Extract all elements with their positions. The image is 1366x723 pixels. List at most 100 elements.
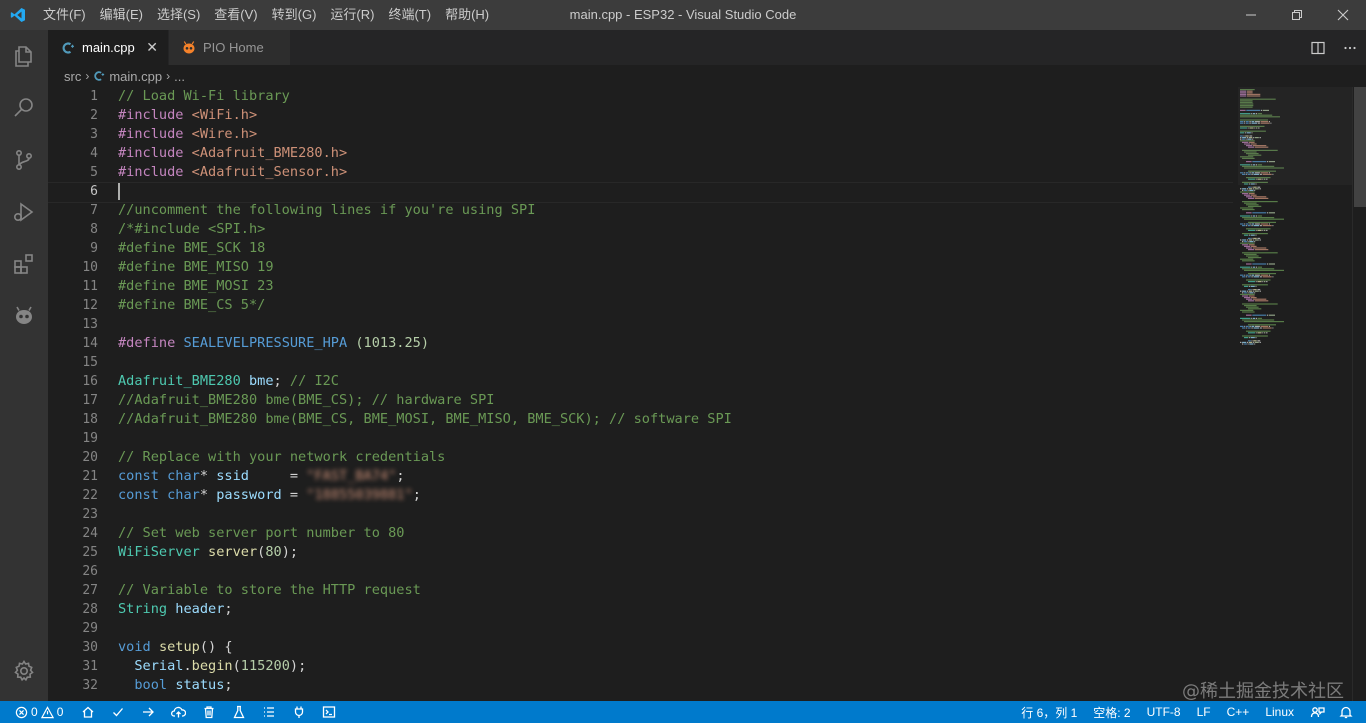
- minimap-line: [1248, 285, 1250, 287]
- code-line[interactable]: [118, 505, 1228, 524]
- code-line[interactable]: #define SEALEVELPRESSURE_HPA (1013.25): [118, 334, 1228, 353]
- code-line[interactable]: //Adafruit_BME280 bme(BME_CS); // hardwa…: [118, 391, 1228, 410]
- close-tab-icon[interactable]: ✕: [146, 39, 158, 56]
- code-line[interactable]: #define BME_MISO 19: [118, 258, 1228, 277]
- code-line[interactable]: // Load Wi-Fi library: [118, 87, 1228, 106]
- minimap-line: [1247, 225, 1251, 227]
- bell-icon[interactable]: [1334, 701, 1358, 723]
- code-line[interactable]: #include <Wire.h>: [118, 125, 1228, 144]
- tab-main-cpp[interactable]: main.cpp ✕: [48, 30, 168, 65]
- minimize-button[interactable]: [1228, 0, 1274, 30]
- plug-icon[interactable]: [287, 701, 311, 723]
- minimap-line: [1248, 234, 1250, 236]
- indentation[interactable]: 空格: 2: [1088, 701, 1135, 723]
- split-editor-button[interactable]: [1302, 30, 1334, 65]
- code-line[interactable]: Adafruit_BME280 bme; // I2C: [118, 372, 1228, 391]
- code-token: ;: [412, 487, 421, 503]
- code-line[interactable]: [118, 562, 1228, 581]
- code-line[interactable]: const char* password = "18855039881";: [118, 486, 1228, 505]
- explorer-icon[interactable]: [0, 30, 48, 82]
- code-line[interactable]: #include <Adafruit_BME280.h>: [118, 144, 1228, 163]
- code-line[interactable]: [48, 182, 1233, 203]
- encoding[interactable]: UTF-8: [1142, 701, 1186, 723]
- minimap-line: [1242, 209, 1255, 211]
- code-line[interactable]: #define BME_SCK 18: [118, 239, 1228, 258]
- minimap-line: [1249, 241, 1254, 243]
- code-lines[interactable]: // Load Wi-Fi library #include <WiFi.h> #i…: [48, 87, 1233, 695]
- minimap-line: [1254, 341, 1259, 343]
- close-window-button[interactable]: [1320, 0, 1366, 30]
- code-line[interactable]: String header;: [118, 600, 1228, 619]
- cursor-position[interactable]: 行 6，列 1: [1016, 701, 1082, 723]
- menu-selection[interactable]: 选择(S): [150, 0, 207, 30]
- cloud-upload-icon[interactable]: [166, 701, 191, 723]
- minimap-line: [1251, 289, 1253, 291]
- cpp-file-icon: [60, 40, 76, 56]
- minimap-line: [1253, 237, 1257, 239]
- problems-indicator[interactable]: 0 0: [10, 701, 68, 723]
- code-line[interactable]: [118, 315, 1228, 334]
- extensions-icon[interactable]: [0, 238, 48, 290]
- trash-icon[interactable]: [197, 701, 221, 723]
- source-control-icon[interactable]: [0, 134, 48, 186]
- menu-terminal[interactable]: 终端(T): [381, 0, 438, 30]
- menu-help[interactable]: 帮助(H): [438, 0, 496, 30]
- check-icon[interactable]: [106, 701, 130, 723]
- tab-pio-home[interactable]: PIO Home: [169, 30, 290, 65]
- minimap-line: [1240, 215, 1251, 217]
- vertical-scrollbar[interactable]: [1352, 87, 1366, 701]
- breadcrumb-folder[interactable]: src: [64, 69, 81, 84]
- run-debug-icon[interactable]: [0, 186, 48, 238]
- warning-count: 0: [56, 705, 64, 719]
- minimap-line: [1255, 274, 1260, 276]
- code-line[interactable]: const char* ssid = "FAST_BA74";: [118, 467, 1228, 486]
- code-line[interactable]: [118, 429, 1228, 448]
- feedback-icon[interactable]: [1305, 701, 1330, 723]
- menu-go[interactable]: 转到(G): [265, 0, 324, 30]
- code-line[interactable]: bool status;: [118, 676, 1228, 695]
- menu-run[interactable]: 运行(R): [323, 0, 381, 30]
- more-actions-button[interactable]: [1334, 30, 1366, 65]
- code-editor[interactable]: 1 2 3 4 5 6 7 8 9 10 11 12 13 14 15 16 17 18 19 20 21 22 23 24 2…: [48, 87, 1366, 701]
- minimap-line: [1251, 327, 1253, 329]
- settings-gear-icon[interactable]: [0, 645, 48, 697]
- list-icon[interactable]: [257, 701, 281, 723]
- terminal-icon[interactable]: [317, 701, 341, 723]
- code-line[interactable]: [118, 619, 1228, 638]
- minimap[interactable]: [1238, 87, 1352, 701]
- menu-edit[interactable]: 编辑(E): [93, 0, 150, 30]
- minimap-line: [1248, 229, 1255, 231]
- code-line[interactable]: /*#include <SPI.h>: [118, 220, 1228, 239]
- code-line[interactable]: #define BME_CS 5*/: [118, 296, 1228, 315]
- minimap-slider[interactable]: [1238, 87, 1352, 185]
- restore-button[interactable]: [1274, 0, 1320, 30]
- menu-file[interactable]: 文件(F): [36, 0, 93, 30]
- home-icon[interactable]: [76, 701, 100, 723]
- menu-view[interactable]: 查看(V): [207, 0, 264, 30]
- line-number: 21: [82, 469, 98, 484]
- flask-icon[interactable]: [227, 701, 251, 723]
- platformio-icon[interactable]: [0, 290, 48, 342]
- code-line[interactable]: #define BME_MOSI 23: [118, 277, 1228, 296]
- search-icon[interactable]: [0, 82, 48, 134]
- minimap-line: [1254, 292, 1256, 294]
- breadcrumb-file[interactable]: main.cpp: [109, 69, 162, 84]
- end-of-line[interactable]: LF: [1192, 701, 1216, 723]
- code-line[interactable]: #include <Adafruit_Sensor.h>: [118, 163, 1228, 182]
- code-line[interactable]: // Set web server port number to 80: [118, 524, 1228, 543]
- code-line[interactable]: // Variable to store the HTTP request: [118, 581, 1228, 600]
- platform[interactable]: Linux: [1260, 701, 1299, 723]
- code-line[interactable]: //Adafruit_BME280 bme(BME_CS, BME_MOSI, …: [118, 410, 1228, 429]
- code-line[interactable]: [118, 353, 1228, 372]
- code-line[interactable]: Serial.begin(115200);: [118, 657, 1228, 676]
- arrow-right-icon[interactable]: [136, 701, 160, 723]
- code-line[interactable]: WiFiServer server(80);: [118, 543, 1228, 562]
- language-mode[interactable]: C++: [1222, 701, 1255, 723]
- minimap-line: [1255, 325, 1260, 327]
- code-line[interactable]: #include <WiFi.h>: [118, 106, 1228, 125]
- code-line[interactable]: // Replace with your network credentials: [118, 448, 1228, 467]
- scrollbar-thumb[interactable]: [1354, 87, 1366, 207]
- code-line[interactable]: void setup() {: [118, 638, 1228, 657]
- code-line[interactable]: //uncomment the following lines if you'r…: [118, 201, 1228, 220]
- breadcrumb-symbol[interactable]: ...: [174, 69, 185, 84]
